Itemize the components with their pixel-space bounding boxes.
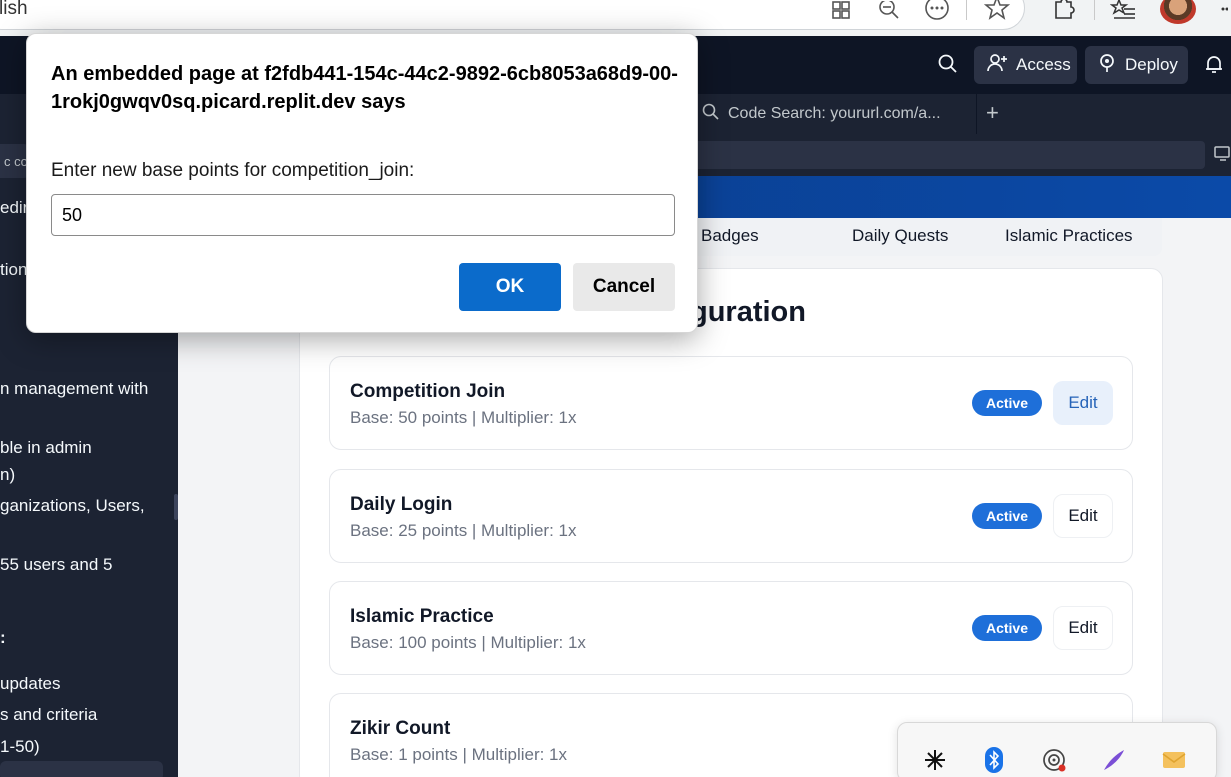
menu-dots-icon[interactable] (1214, 0, 1231, 22)
toolbar-divider (966, 0, 967, 20)
row-name: Competition Join (350, 381, 506, 402)
access-button[interactable]: Access (974, 46, 1077, 84)
chat-input-box[interactable] (0, 761, 163, 777)
list-item: Daily Login Base: 25 points | Multiplier… (329, 469, 1133, 563)
grid-icon[interactable] (828, 0, 854, 22)
tab-badges[interactable]: Badges (701, 226, 759, 246)
bluetooth-icon[interactable] (981, 747, 1007, 773)
chat-line-10: s and criteria (0, 705, 98, 724)
row-name: Islamic Practice (350, 606, 494, 627)
dialog-title: An embedded page at f2fdb441-154c-44c2-9… (51, 63, 678, 113)
prompt-dialog: An embedded page at f2fdb441-154c-44c2-9… (26, 33, 698, 333)
toolbar-divider-2 (1094, 0, 1095, 20)
row-meta: Base: 50 points | Multiplier: 1x (350, 408, 577, 427)
pen-icon[interactable] (1101, 747, 1127, 773)
browser-toolbar: lish (0, 0, 1231, 36)
tab-label: Code Search: yoururl.com/a... (728, 105, 941, 122)
address-text: lish (0, 0, 28, 19)
chat-line-6: ganizations, Users, (0, 496, 145, 515)
ok-button[interactable]: OK (459, 263, 561, 311)
more-icon[interactable] (924, 0, 950, 22)
app-star-icon[interactable] (922, 747, 948, 773)
status-badge: Active (972, 615, 1042, 641)
tab-daily-quests[interactable]: Daily Quests (852, 226, 948, 246)
row-name: Zikir Count (350, 718, 451, 739)
status-badge: Active (972, 503, 1042, 529)
favorites-icon[interactable] (1110, 0, 1136, 22)
deploy-icon (1097, 53, 1117, 78)
chat-line-8: : (0, 628, 6, 647)
new-tab-plus-icon[interactable]: + (986, 100, 999, 126)
add-user-icon (986, 53, 1008, 78)
deploy-button[interactable]: Deploy (1085, 46, 1188, 84)
address-bar[interactable]: lish (0, 0, 1025, 30)
status-badge: Active (972, 390, 1042, 416)
star-icon[interactable] (984, 0, 1010, 22)
edit-button[interactable]: Edit (1053, 494, 1113, 538)
hotspot-icon[interactable] (1041, 747, 1067, 773)
edit-button[interactable]: Edit (1053, 381, 1113, 425)
chat-line-4: ble in admin (0, 438, 92, 457)
search-icon[interactable] (938, 54, 958, 80)
bell-icon[interactable] (1204, 54, 1224, 80)
card-title: guration (690, 296, 806, 328)
chat-line-9: updates (0, 674, 61, 693)
mail-icon[interactable] (1161, 747, 1187, 773)
deploy-label: Deploy (1125, 55, 1178, 74)
row-name: Daily Login (350, 494, 453, 515)
access-label: Access (1016, 55, 1071, 74)
tab-islamic-practices[interactable]: Islamic Practices (1005, 226, 1133, 246)
profile-avatar[interactable] (1160, 0, 1196, 24)
chat-line-5: n) (0, 465, 16, 484)
preview-url-input[interactable] (690, 141, 1205, 169)
row-meta: Base: 25 points | Multiplier: 1x (350, 521, 577, 540)
zoom-out-icon[interactable] (876, 0, 902, 22)
base-points-input[interactable] (51, 194, 675, 236)
row-meta: Base: 1 points | Multiplier: 1x (350, 745, 568, 764)
list-item: Competition Join Base: 50 points | Multi… (329, 356, 1133, 450)
chat-line-11: 1-50) (0, 737, 40, 756)
row-meta: Base: 100 points | Multiplier: 1x (350, 633, 586, 652)
chat-line-7: 55 users and 5 (0, 555, 113, 574)
extensions-icon[interactable] (1050, 0, 1076, 22)
chat-line-3: n management with (0, 379, 149, 398)
dialog-message: Enter new base points for competition_jo… (51, 160, 415, 181)
search-icon (702, 103, 720, 126)
edit-button[interactable]: Edit (1053, 606, 1113, 650)
devices-icon[interactable] (1214, 146, 1231, 167)
tab-divider (976, 94, 977, 134)
tab-code-search[interactable]: Code Search: yoururl.com/a... (700, 94, 976, 134)
list-item: Islamic Practice Base: 100 points | Mult… (329, 581, 1133, 675)
chat-line-2: tion (0, 260, 28, 279)
cancel-button[interactable]: Cancel (573, 263, 675, 311)
system-tray-popup (897, 722, 1217, 777)
